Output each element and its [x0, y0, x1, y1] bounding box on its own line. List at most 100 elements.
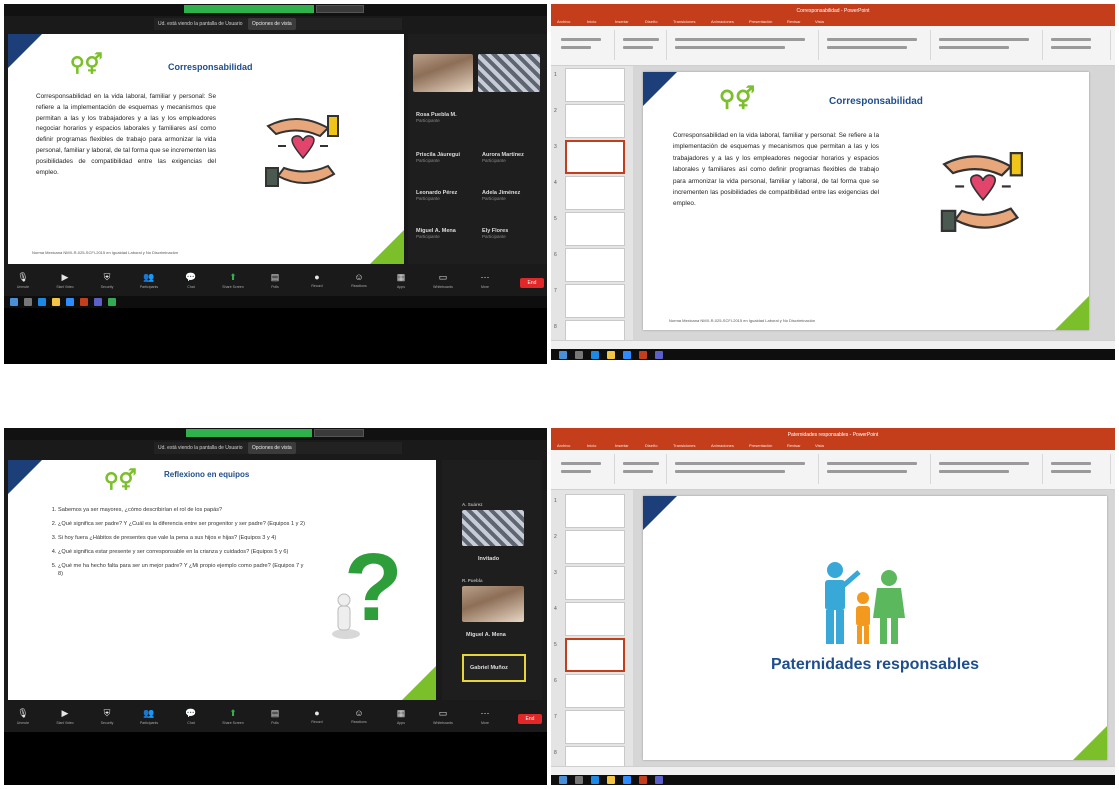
tab-file[interactable]: Archivo	[557, 443, 570, 448]
tab-home[interactable]: Inicio	[587, 443, 596, 448]
apps-button[interactable]: ▦ Apps	[388, 272, 414, 289]
end-meeting-button[interactable]: End	[520, 278, 544, 288]
tab-transitions[interactable]: Transiciones	[673, 443, 696, 448]
reactions-button[interactable]: ☺ Reactions	[346, 708, 372, 724]
slide-thumbnail[interactable]	[565, 68, 625, 102]
drawing-group[interactable]	[933, 454, 1043, 484]
start-icon[interactable]	[559, 776, 567, 784]
edit-slide[interactable]: ⚲⚥ Corresponsabilidad Corresponsabilidad…	[643, 72, 1089, 330]
zoom-app-icon[interactable]	[623, 351, 631, 359]
chat-button[interactable]: 💬 Chat	[178, 272, 204, 289]
slides-group[interactable]	[617, 30, 667, 60]
teams-app-icon[interactable]	[94, 298, 102, 306]
video-button[interactable]: ▶ Start Video	[52, 272, 78, 289]
participant-video-1[interactable]	[462, 510, 524, 546]
editing-group[interactable]	[1045, 30, 1111, 60]
participant-video-2[interactable]	[462, 586, 524, 622]
tab-review[interactable]: Revisar	[787, 19, 801, 24]
search-icon[interactable]	[24, 298, 32, 306]
slide-thumbnail[interactable]	[565, 566, 625, 600]
participant-tile-4[interactable]: Leonardo Pérez Participante	[416, 190, 457, 201]
security-button[interactable]: ⛨ Security	[94, 272, 120, 289]
tab-file[interactable]: Archivo	[557, 19, 570, 24]
participant-tile-2[interactable]: Priscila Jáuregui Participante	[416, 152, 460, 163]
stop-share-button[interactable]	[314, 429, 364, 437]
participants-button[interactable]: 👥 Participants	[136, 708, 162, 725]
search-icon[interactable]	[575, 351, 583, 359]
reactions-button[interactable]: ☺ Reactions	[346, 272, 372, 288]
edge-icon[interactable]	[38, 298, 46, 306]
stop-share-button[interactable]	[316, 5, 364, 13]
participant-tile-6[interactable]: Miguel A. Mena Participante	[416, 228, 456, 239]
participant-tile-5[interactable]: Adela Jiménez Participante	[482, 190, 520, 201]
slides-group[interactable]	[617, 454, 667, 484]
security-button[interactable]: ⛨ Security	[94, 708, 120, 725]
participant-video-1[interactable]	[413, 54, 473, 92]
slide-thumbnail-selected[interactable]	[565, 140, 625, 174]
explorer-icon[interactable]	[607, 351, 615, 359]
slide-thumbnail[interactable]	[565, 494, 625, 528]
participants-button[interactable]: 👥 Participants	[136, 272, 162, 289]
paragraph-group[interactable]	[821, 30, 931, 60]
paragraph-group[interactable]	[821, 454, 931, 484]
tab-insert[interactable]: Insertar	[615, 443, 629, 448]
zoom-app-icon[interactable]	[623, 776, 631, 784]
powerpoint-app-icon[interactable]	[80, 298, 88, 306]
end-meeting-button[interactable]: End	[518, 714, 542, 724]
active-speaker-tile[interactable]: Gabriel Muñoz	[462, 654, 526, 682]
explorer-icon[interactable]	[607, 776, 615, 784]
slide-thumbnail[interactable]	[565, 284, 625, 318]
teams-app-icon[interactable]	[655, 776, 663, 784]
tab-insert[interactable]: Insertar	[615, 19, 629, 24]
chat-button[interactable]: 💬 Chat	[178, 708, 204, 725]
powerpoint-app-icon[interactable]	[639, 351, 647, 359]
polls-button[interactable]: ▤ Polls	[262, 708, 288, 725]
slide-thumbnail[interactable]	[565, 710, 625, 744]
powerpoint-app-icon[interactable]	[639, 776, 647, 784]
chrome-app-icon[interactable]	[108, 298, 116, 306]
slide-thumbnail-selected[interactable]	[565, 638, 625, 672]
more-button[interactable]: ⋯ More	[472, 272, 498, 289]
tab-view[interactable]: Vista	[815, 443, 824, 448]
tab-home[interactable]: Inicio	[587, 19, 596, 24]
share-screen-button[interactable]: ⬆ Share Screen	[220, 708, 246, 725]
video-button[interactable]: ▶ Start Video	[52, 708, 78, 725]
more-button[interactable]: ⋯ More	[472, 708, 498, 725]
view-options-button[interactable]: Opciones de vista	[247, 442, 296, 454]
editing-group[interactable]	[1045, 454, 1111, 484]
edit-slide[interactable]: Paternidades responsables	[643, 496, 1107, 760]
mute-button[interactable]: 🎙 Unmute	[10, 708, 36, 725]
start-icon[interactable]	[10, 298, 18, 306]
participant-tile-3[interactable]: Aurora Martínez Participante	[482, 152, 524, 163]
search-icon[interactable]	[575, 776, 583, 784]
font-group[interactable]	[669, 454, 819, 484]
start-icon[interactable]	[559, 351, 567, 359]
tab-animations[interactable]: Animaciones	[711, 443, 734, 448]
tab-slideshow[interactable]: Presentación	[749, 443, 772, 448]
record-button[interactable]: ● Record	[304, 708, 330, 724]
zoom-app-icon[interactable]	[66, 298, 74, 306]
drawing-group[interactable]	[933, 30, 1043, 60]
tab-review[interactable]: Revisar	[787, 443, 801, 448]
participant-tile-7[interactable]: Ely Flores Participante	[482, 228, 508, 239]
tab-design[interactable]: Diseño	[645, 19, 657, 24]
slide-thumbnail[interactable]	[565, 212, 625, 246]
polls-button[interactable]: ▤ Polls	[262, 272, 288, 289]
tab-design[interactable]: Diseño	[645, 443, 657, 448]
clipboard-group[interactable]	[555, 30, 615, 60]
tab-transitions[interactable]: Transiciones	[673, 19, 696, 24]
slide-thumbnail[interactable]	[565, 104, 625, 138]
clipboard-group[interactable]	[555, 454, 615, 484]
slide-thumbnail[interactable]	[565, 248, 625, 282]
participant-tile-1[interactable]: Rosa Puebla M. Participante	[416, 112, 457, 123]
tab-animations[interactable]: Animaciones	[711, 19, 734, 24]
slide-thumbnail[interactable]	[565, 674, 625, 708]
whiteboards-button[interactable]: ▭ Whiteboards	[430, 272, 456, 289]
share-screen-button[interactable]: ⬆ Share Screen	[220, 272, 246, 289]
edge-icon[interactable]	[591, 776, 599, 784]
record-button[interactable]: ● Record	[304, 272, 330, 288]
slide-thumbnail[interactable]	[565, 530, 625, 564]
whiteboards-button[interactable]: ▭ Whiteboards	[430, 708, 456, 725]
view-options-button[interactable]: Opciones de vista	[247, 18, 296, 30]
font-group[interactable]	[669, 30, 819, 60]
